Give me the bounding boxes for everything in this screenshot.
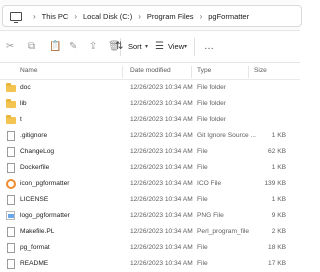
folder-icon xyxy=(6,83,16,92)
file-name: Dockerfile xyxy=(20,164,50,171)
view-chevron-down-icon: ▾ xyxy=(184,44,188,50)
file-size: 17 KB xyxy=(268,260,286,267)
file-icon xyxy=(7,259,15,269)
list-item[interactable]: t 12/26/2023 10:34 AM File folder xyxy=(0,112,300,128)
cut-icon[interactable]: ✂ xyxy=(6,41,14,52)
list-item[interactable]: README 12/26/2023 10:34 AM File 17 KB xyxy=(0,256,300,272)
file-icon xyxy=(7,227,15,237)
file-name: .gitignore xyxy=(20,132,48,139)
file-type: Git Ignore Source ... xyxy=(197,132,257,139)
ico-file-icon xyxy=(6,179,16,189)
sort-button[interactable]: Sort xyxy=(128,42,142,51)
file-date: 12/26/2023 10:34 AM xyxy=(130,164,193,171)
list-item[interactable]: ChangeLog 12/26/2023 10:34 AM File 62 KB xyxy=(0,144,300,160)
column-divider[interactable] xyxy=(191,66,192,78)
file-name: lib xyxy=(20,100,27,107)
file-type: File folder xyxy=(197,84,226,91)
toolbar-divider xyxy=(194,38,195,56)
file-icon xyxy=(7,163,15,173)
file-date: 12/26/2023 10:34 AM xyxy=(130,132,193,139)
file-name: LICENSE xyxy=(20,196,49,203)
file-type: File xyxy=(197,260,208,267)
file-type: File folder xyxy=(197,100,226,107)
file-size: 2 KB xyxy=(271,228,286,235)
png-file-icon xyxy=(6,211,15,220)
view-icon[interactable]: ☰ xyxy=(155,41,164,52)
file-date: 12/26/2023 10:34 AM xyxy=(130,84,193,91)
list-item[interactable]: Dockerfile 12/26/2023 10:34 AM File 1 KB xyxy=(0,160,300,176)
view-button[interactable]: View xyxy=(168,42,184,51)
column-header-size[interactable]: Size xyxy=(254,67,267,74)
file-name: Makefile.PL xyxy=(20,228,55,235)
file-date: 12/26/2023 10:34 AM xyxy=(130,148,193,155)
chevron-right-icon: › xyxy=(138,11,141,21)
file-date: 12/26/2023 10:34 AM xyxy=(130,260,193,267)
file-name: logo_pgformatter xyxy=(20,212,70,219)
file-size: 1 KB xyxy=(271,196,286,203)
file-name: README xyxy=(20,260,49,267)
address-bar[interactable]: › This PC › Local Disk (C:) › Program Fi… xyxy=(2,5,302,27)
share-icon[interactable]: ⇪ xyxy=(89,41,97,52)
file-icon xyxy=(7,195,15,205)
file-type: PNG File xyxy=(197,212,224,219)
sort-chevron-down-icon: ▾ xyxy=(145,44,149,50)
file-size: 139 KB xyxy=(264,180,286,187)
breadcrumb-local-disk[interactable]: Local Disk (C:) xyxy=(83,12,132,21)
column-headers: Name Date modified Type Size xyxy=(0,63,300,80)
file-icon xyxy=(7,147,15,157)
command-bar: ✂ ⧉ 📋 ✎ ⇪ 🗑 ⇅ Sort ▾ ☰ View ▾ … xyxy=(0,31,300,63)
paste-icon[interactable]: 📋 xyxy=(49,41,61,52)
sort-icon[interactable]: ⇅ xyxy=(115,41,123,52)
list-item[interactable]: icon_pgformatter 12/26/2023 10:34 AM ICO… xyxy=(0,176,300,192)
list-item[interactable]: .gitignore 12/26/2023 10:34 AM Git Ignor… xyxy=(0,128,300,144)
file-name: icon_pgformatter xyxy=(20,180,70,187)
file-size: 9 KB xyxy=(271,212,286,219)
file-type: Perl_program_file xyxy=(197,228,250,235)
file-date: 12/26/2023 10:34 AM xyxy=(130,212,193,219)
chevron-right-icon: › xyxy=(74,11,78,21)
file-date: 12/26/2023 10:34 AM xyxy=(130,180,193,187)
copy-icon[interactable]: ⧉ xyxy=(28,41,35,52)
folder-icon xyxy=(6,115,16,124)
file-type: File folder xyxy=(197,116,226,123)
list-item[interactable]: Makefile.PL 12/26/2023 10:34 AM Perl_pro… xyxy=(0,224,300,240)
list-item[interactable]: doc 12/26/2023 10:34 AM File folder xyxy=(0,80,300,96)
list-item[interactable]: pg_format 12/26/2023 10:34 AM File 18 KB xyxy=(0,240,300,256)
more-options-button[interactable]: … xyxy=(204,41,214,52)
file-name: doc xyxy=(20,84,31,91)
file-date: 12/26/2023 10:34 AM xyxy=(130,228,193,235)
file-type: File xyxy=(197,196,208,203)
column-divider[interactable] xyxy=(122,66,123,78)
file-name: ChangeLog xyxy=(20,148,55,155)
list-item[interactable]: logo_pgformatter 12/26/2023 10:34 AM PNG… xyxy=(0,208,300,224)
chevron-right-icon: › xyxy=(199,11,203,21)
file-type: ICO File xyxy=(197,180,222,187)
file-date: 12/26/2023 10:34 AM xyxy=(130,116,193,123)
file-type: File xyxy=(197,148,208,155)
file-icon xyxy=(7,131,15,141)
file-size: 1 KB xyxy=(271,164,286,171)
rename-icon[interactable]: ✎ xyxy=(69,41,77,52)
column-header-type[interactable]: Type xyxy=(197,67,211,74)
chevron-right-icon: › xyxy=(33,11,36,21)
file-name: t xyxy=(20,116,22,123)
column-header-name[interactable]: Name xyxy=(20,67,38,74)
file-icon xyxy=(7,243,15,253)
folder-icon xyxy=(6,99,16,108)
file-type: File xyxy=(197,164,208,171)
column-divider[interactable] xyxy=(248,66,249,78)
list-item[interactable]: lib 12/26/2023 10:34 AM File folder xyxy=(0,96,300,112)
file-size: 1 KB xyxy=(271,132,286,139)
file-date: 12/26/2023 10:34 AM xyxy=(130,196,193,203)
breadcrumb-pgformatter[interactable]: pgFormatter xyxy=(208,12,249,21)
address-bar-area: › This PC › Local Disk (C:) › Program Fi… xyxy=(0,0,302,31)
file-date: 12/26/2023 10:34 AM xyxy=(130,100,193,107)
breadcrumb-this-pc[interactable]: This PC xyxy=(42,12,69,21)
this-pc-icon xyxy=(10,11,22,23)
breadcrumb-program-files[interactable]: Program Files xyxy=(147,12,194,21)
file-size: 62 KB xyxy=(268,148,286,155)
list-item[interactable]: LICENSE 12/26/2023 10:34 AM File 1 KB xyxy=(0,192,300,208)
column-header-date[interactable]: Date modified xyxy=(130,67,171,74)
